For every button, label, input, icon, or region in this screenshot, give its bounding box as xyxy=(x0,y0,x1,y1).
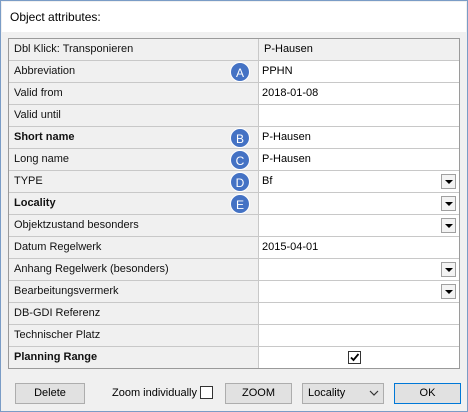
attribute-row[interactable]: Valid from 2018-01-08 xyxy=(9,83,459,105)
title-bar: Object attributes: xyxy=(2,2,466,32)
attribute-value[interactable]: P-Hausen xyxy=(259,149,459,170)
attribute-label: Locality xyxy=(9,193,259,214)
attribute-row[interactable]: Locality E xyxy=(9,193,459,215)
attribute-row[interactable]: Objektzustand besonders xyxy=(9,215,459,237)
attribute-row[interactable]: Bearbeitungsvermerk xyxy=(9,281,459,303)
planning-range-label: Planning Range xyxy=(9,347,259,368)
delete-button[interactable]: Delete xyxy=(15,383,85,404)
attribute-value[interactable] xyxy=(259,193,459,214)
attribute-value-text: PPHN xyxy=(262,65,293,77)
header-label: Dbl Klick: Transponieren xyxy=(9,39,259,60)
attribute-value[interactable] xyxy=(259,259,459,280)
planning-range-value xyxy=(259,347,459,368)
dropdown-arrow-icon[interactable] xyxy=(441,284,456,299)
ok-button[interactable]: OK xyxy=(394,383,461,404)
zoom-individually-label: Zoom individually xyxy=(112,387,197,399)
attribute-value[interactable]: 2015-04-01 xyxy=(259,237,459,258)
attribute-value[interactable]: P-Hausen xyxy=(259,127,459,148)
marker-badge: D xyxy=(230,172,250,192)
attribute-value-text: P-Hausen xyxy=(262,153,311,165)
attribute-value-text: Bf xyxy=(262,175,273,187)
attribute-label: Abbreviation xyxy=(9,61,259,82)
attribute-value[interactable]: 2018-01-08 xyxy=(259,83,459,104)
header-value: P-Hausen xyxy=(259,39,459,60)
attribute-value-text: 2015-04-01 xyxy=(262,241,319,253)
attribute-value[interactable] xyxy=(259,281,459,302)
attribute-row[interactable]: DB-GDI Referenz xyxy=(9,303,459,325)
dropdown-arrow-icon[interactable] xyxy=(441,196,456,211)
attribute-label: Datum Regelwerk xyxy=(9,237,259,258)
attribute-label: Technischer Platz xyxy=(9,325,259,346)
planning-range-row: Planning Range xyxy=(9,347,459,369)
attribute-value[interactable]: Bf xyxy=(259,171,459,192)
marker-badge: A xyxy=(230,62,250,82)
attribute-label: Objektzustand besonders xyxy=(9,215,259,236)
attribute-value[interactable] xyxy=(259,325,459,346)
marker-badge: C xyxy=(230,150,250,170)
attribute-row[interactable]: Valid until xyxy=(9,105,459,127)
attributes-grid: Dbl Klick: Transponieren P-Hausen Abbrev… xyxy=(8,38,460,369)
attribute-label: Valid until xyxy=(9,105,259,126)
chevron-down-icon xyxy=(369,390,379,396)
dropdown-arrow-icon[interactable] xyxy=(441,262,456,277)
attribute-value-text: P-Hausen xyxy=(262,131,311,143)
grid-header-row[interactable]: Dbl Klick: Transponieren P-Hausen xyxy=(9,39,459,61)
locality-select[interactable]: Locality xyxy=(302,383,384,404)
zoom-button[interactable]: ZOOM xyxy=(225,383,292,404)
attribute-label: Bearbeitungsvermerk xyxy=(9,281,259,302)
dialog-footer: Delete Zoom individually ZOOM Locality O… xyxy=(1,377,468,412)
attribute-value-text: 2018-01-08 xyxy=(262,87,319,99)
attribute-row[interactable]: Short name B P-Hausen xyxy=(9,127,459,149)
attribute-row[interactable]: Datum Regelwerk 2015-04-01 xyxy=(9,237,459,259)
checkmark-icon xyxy=(350,353,360,362)
planning-range-checkbox[interactable] xyxy=(348,351,361,364)
attribute-label: Short name xyxy=(9,127,259,148)
attribute-row[interactable]: Anhang Regelwerk (besonders) xyxy=(9,259,459,281)
attribute-row[interactable]: Technischer Platz xyxy=(9,325,459,347)
dropdown-arrow-icon[interactable] xyxy=(441,174,456,189)
attribute-label: TYPE xyxy=(9,171,259,192)
locality-select-value: Locality xyxy=(308,387,346,399)
attribute-label: DB-GDI Referenz xyxy=(9,303,259,324)
attribute-label: Valid from xyxy=(9,83,259,104)
zoom-individually-checkbox[interactable] xyxy=(200,386,213,399)
attribute-row[interactable]: Long name C P-Hausen xyxy=(9,149,459,171)
attribute-label: Anhang Regelwerk (besonders) xyxy=(9,259,259,280)
attribute-value[interactable]: PPHN xyxy=(259,61,459,82)
marker-badge: B xyxy=(230,128,250,148)
dropdown-arrow-icon[interactable] xyxy=(441,218,456,233)
attribute-row[interactable]: Abbreviation A PPHN xyxy=(9,61,459,83)
attribute-value[interactable] xyxy=(259,303,459,324)
attribute-label: Long name xyxy=(9,149,259,170)
marker-badge: E xyxy=(230,194,250,214)
attribute-value[interactable] xyxy=(259,215,459,236)
object-attributes-dialog: Object attributes: Dbl Klick: Transponie… xyxy=(0,0,468,412)
attribute-row[interactable]: TYPE D Bf xyxy=(9,171,459,193)
dialog-title: Object attributes: xyxy=(10,10,101,24)
attribute-value[interactable] xyxy=(259,105,459,126)
